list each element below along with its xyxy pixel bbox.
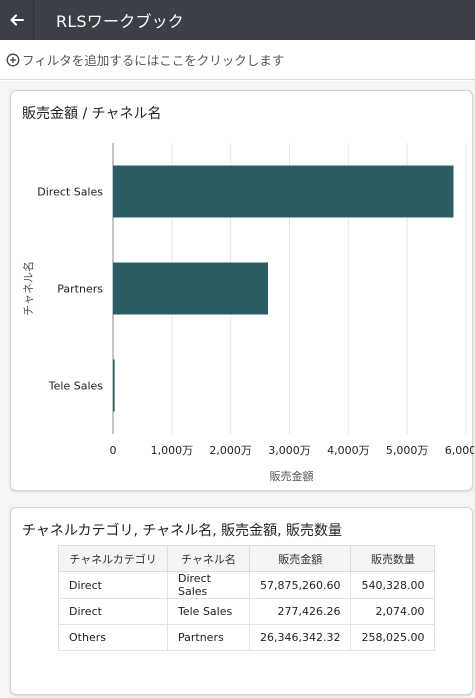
x-tick-label: 1,000万: [151, 444, 194, 457]
table-cell: Partners: [167, 624, 250, 651]
arrow-left-icon: [10, 14, 24, 26]
table-row: Direct Direct Sales 57,875,260.60 540,32…: [58, 571, 436, 599]
x-tick-label: 3,000万: [268, 444, 311, 457]
x-tick-label: 5,000万: [386, 444, 429, 457]
back-button[interactable]: [0, 0, 34, 40]
table-cell: 540,328.00: [350, 571, 436, 599]
bar: [113, 262, 269, 315]
x-axis-title: 販売金額: [270, 469, 314, 483]
table-row: Others Partners 26,346,342.32 258,025.00: [58, 624, 436, 651]
table-title: チャネルカテゴリ, チャネル名, 販売金額, 販売数量: [22, 523, 342, 539]
x-tick-label: 6,000万: [445, 444, 474, 457]
add-filter-text: フィルタを追加するにはここをクリックします: [22, 53, 285, 68]
table-row: Direct Tele Sales 277,426.26 2,074.00: [58, 598, 436, 625]
table-cell: Tele Sales: [167, 598, 250, 625]
column-header[interactable]: 販売金額: [248, 545, 352, 572]
table-card[interactable]: チャネルカテゴリ, チャネル名, 販売金額, 販売数量 チャネルカテゴリ チャネ…: [10, 507, 473, 695]
app-header: RLSワークブック: [0, 0, 475, 40]
y-axis-title: チャネル名: [21, 261, 35, 316]
category-label: Partners: [57, 283, 103, 296]
add-circle-icon: [6, 53, 20, 66]
page-title: RLSワークブック: [56, 12, 184, 31]
x-tick-label: 2,000万: [209, 444, 252, 457]
column-header[interactable]: チャネルカテゴリ: [58, 545, 168, 572]
x-tick-label: 0: [110, 444, 117, 457]
table-cell: Direct: [58, 598, 168, 625]
bar: [113, 165, 454, 218]
table-cell: Direct Sales: [167, 571, 250, 599]
add-filter-bar[interactable]: フィルタを追加するにはここをクリックします: [0, 40, 475, 80]
table-header-row: チャネルカテゴリ チャネル名 販売金額 販売数量: [58, 545, 436, 572]
table-cell: Others: [58, 624, 168, 651]
table-cell: 26,346,342.32: [248, 624, 352, 651]
bar: [113, 359, 115, 412]
table-cell: 2,074.00: [350, 598, 436, 625]
category-label: Tele Sales: [48, 380, 103, 393]
table-cell: 277,426.26: [248, 598, 352, 625]
bar-chart: Direct Sales Partners Tele Sales 0 1,000万 2,0…: [21, 143, 474, 483]
table-cell: Direct: [58, 571, 168, 599]
category-label: Direct Sales: [37, 186, 103, 199]
table-cell: 57,875,260.60: [248, 571, 352, 599]
data-table: チャネルカテゴリ チャネル名 販売金額 販売数量 Direct Direct S…: [58, 545, 436, 651]
chart-card[interactable]: 販売金額 / チャネル名 Direct Sales Partners Tele Sa…: [10, 90, 474, 491]
column-header[interactable]: 販売数量: [350, 545, 436, 572]
column-header[interactable]: チャネル名: [167, 545, 250, 572]
x-tick-label: 4,000万: [327, 444, 370, 457]
table-cell: 258,025.00: [350, 624, 436, 651]
